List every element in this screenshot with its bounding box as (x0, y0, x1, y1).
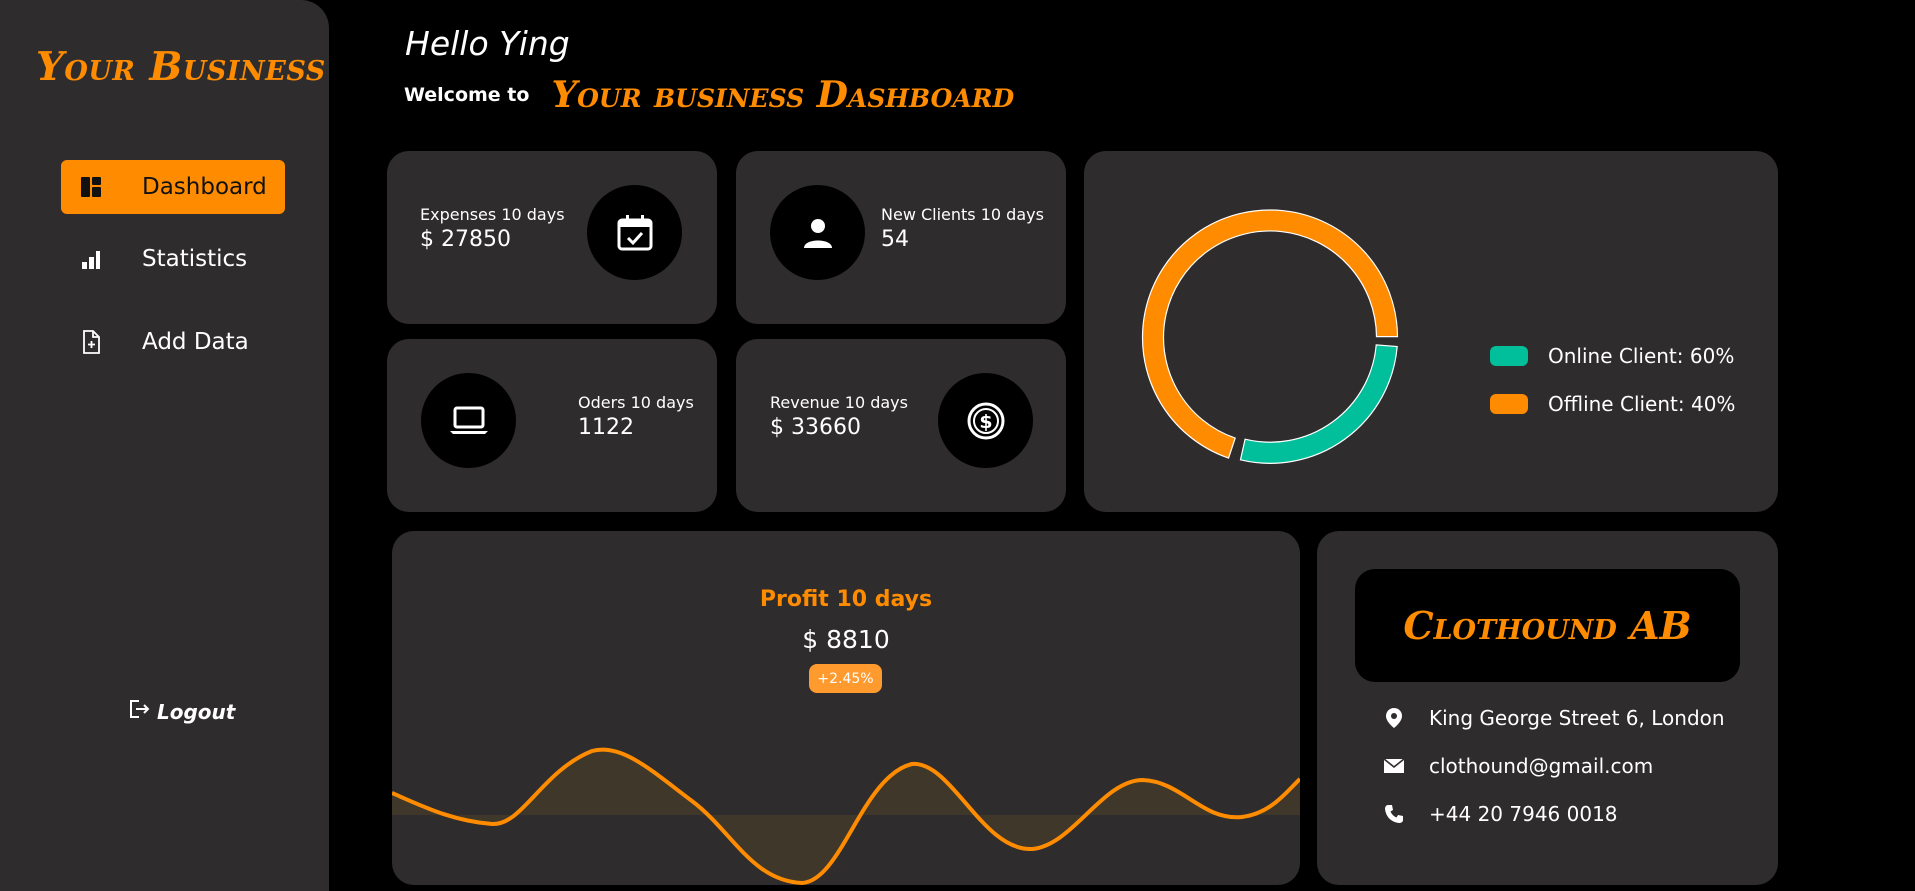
orders-label: Oders 10 days (578, 393, 694, 412)
orders-card: Oders 10 days 1122 (387, 339, 717, 512)
company-address: King George Street 6, London (1429, 706, 1725, 730)
user-icon (770, 185, 865, 280)
logout-label: Logout (157, 699, 236, 724)
revenue-value: $ 33660 (770, 415, 861, 440)
company-email[interactable]: clothound@gmail.com (1429, 754, 1653, 778)
orders-value: 1122 (578, 415, 634, 440)
company-name-box: Clothound AB (1355, 569, 1740, 682)
dashboard-icon (61, 175, 121, 199)
legend-swatch-online (1490, 346, 1528, 366)
logout-button[interactable]: Logout (127, 698, 235, 725)
contact-phone: +44 20 7946 0018 (1383, 802, 1618, 826)
legend-swatch-offline (1490, 394, 1528, 414)
revenue-label: Revenue 10 days (770, 393, 908, 412)
sidebar-item-dashboard[interactable]: Dashboard (61, 160, 285, 214)
new-clients-value: 54 (881, 227, 909, 252)
calendar-check-icon (587, 185, 682, 280)
contact-email: clothound@gmail.com (1383, 754, 1653, 778)
laptop-icon (421, 373, 516, 468)
sidebar-item-label: Dashboard (142, 174, 267, 200)
welcome-row: Welcome to Your business Dashboard (404, 74, 1014, 116)
sidebar-item-label: Statistics (142, 246, 248, 272)
company-name: Clothound AB (1403, 603, 1692, 648)
donut-segment-online (1239, 344, 1398, 464)
add-file-icon (61, 329, 121, 355)
expenses-card: Expenses 10 days $ 27850 (387, 151, 717, 324)
new-clients-card: New Clients 10 days 54 (736, 151, 1066, 324)
expenses-value: $ 27850 (420, 227, 511, 252)
logout-icon (127, 698, 151, 725)
svg-text:$: $ (979, 411, 992, 433)
phone-icon (1383, 804, 1405, 824)
sidebar-item-add-data[interactable]: Add Data (61, 315, 285, 369)
location-pin-icon (1383, 707, 1405, 729)
profit-sparkline (392, 747, 1300, 885)
sidebar-item-label: Add Data (142, 329, 249, 355)
legend-label-offline: Offline Client: 40% (1548, 392, 1736, 416)
legend-offline: Offline Client: 40% (1490, 392, 1735, 416)
company-phone[interactable]: +44 20 7946 0018 (1429, 802, 1618, 826)
contact-address: King George Street 6, London (1383, 706, 1725, 730)
envelope-icon (1383, 758, 1405, 774)
legend-online: Online Client: 60% (1490, 344, 1734, 368)
profit-title: Profit 10 days (759, 587, 933, 612)
bar-chart-icon (61, 247, 121, 271)
profit-card: Profit 10 days $ 8810 +2.45% (392, 531, 1300, 885)
legend-label-online: Online Client: 60% (1548, 344, 1735, 368)
welcome-text: Welcome to (404, 84, 530, 106)
new-clients-label: New Clients 10 days (881, 205, 1044, 224)
brand-logo: Your Business (36, 44, 326, 90)
dashboard-title: Your business Dashboard (551, 74, 1015, 116)
greeting: Hello Ying (405, 24, 570, 63)
clients-donut-card (1084, 151, 1778, 512)
profit-change-badge: +2.45% (809, 664, 882, 693)
revenue-card: Revenue 10 days $ 33660 $ (736, 339, 1066, 512)
clients-donut-chart (1141, 209, 1399, 464)
profit-value: $ 8810 (802, 625, 890, 654)
expenses-label: Expenses 10 days (420, 205, 565, 224)
company-card: Clothound AB King George Street 6, Londo… (1317, 531, 1778, 885)
dollar-coin-icon: $ (938, 373, 1033, 468)
profit-area (392, 749, 1300, 883)
sidebar: Your Business Dashboard Statistics Add D… (0, 0, 329, 891)
sidebar-item-statistics[interactable]: Statistics (61, 232, 285, 286)
